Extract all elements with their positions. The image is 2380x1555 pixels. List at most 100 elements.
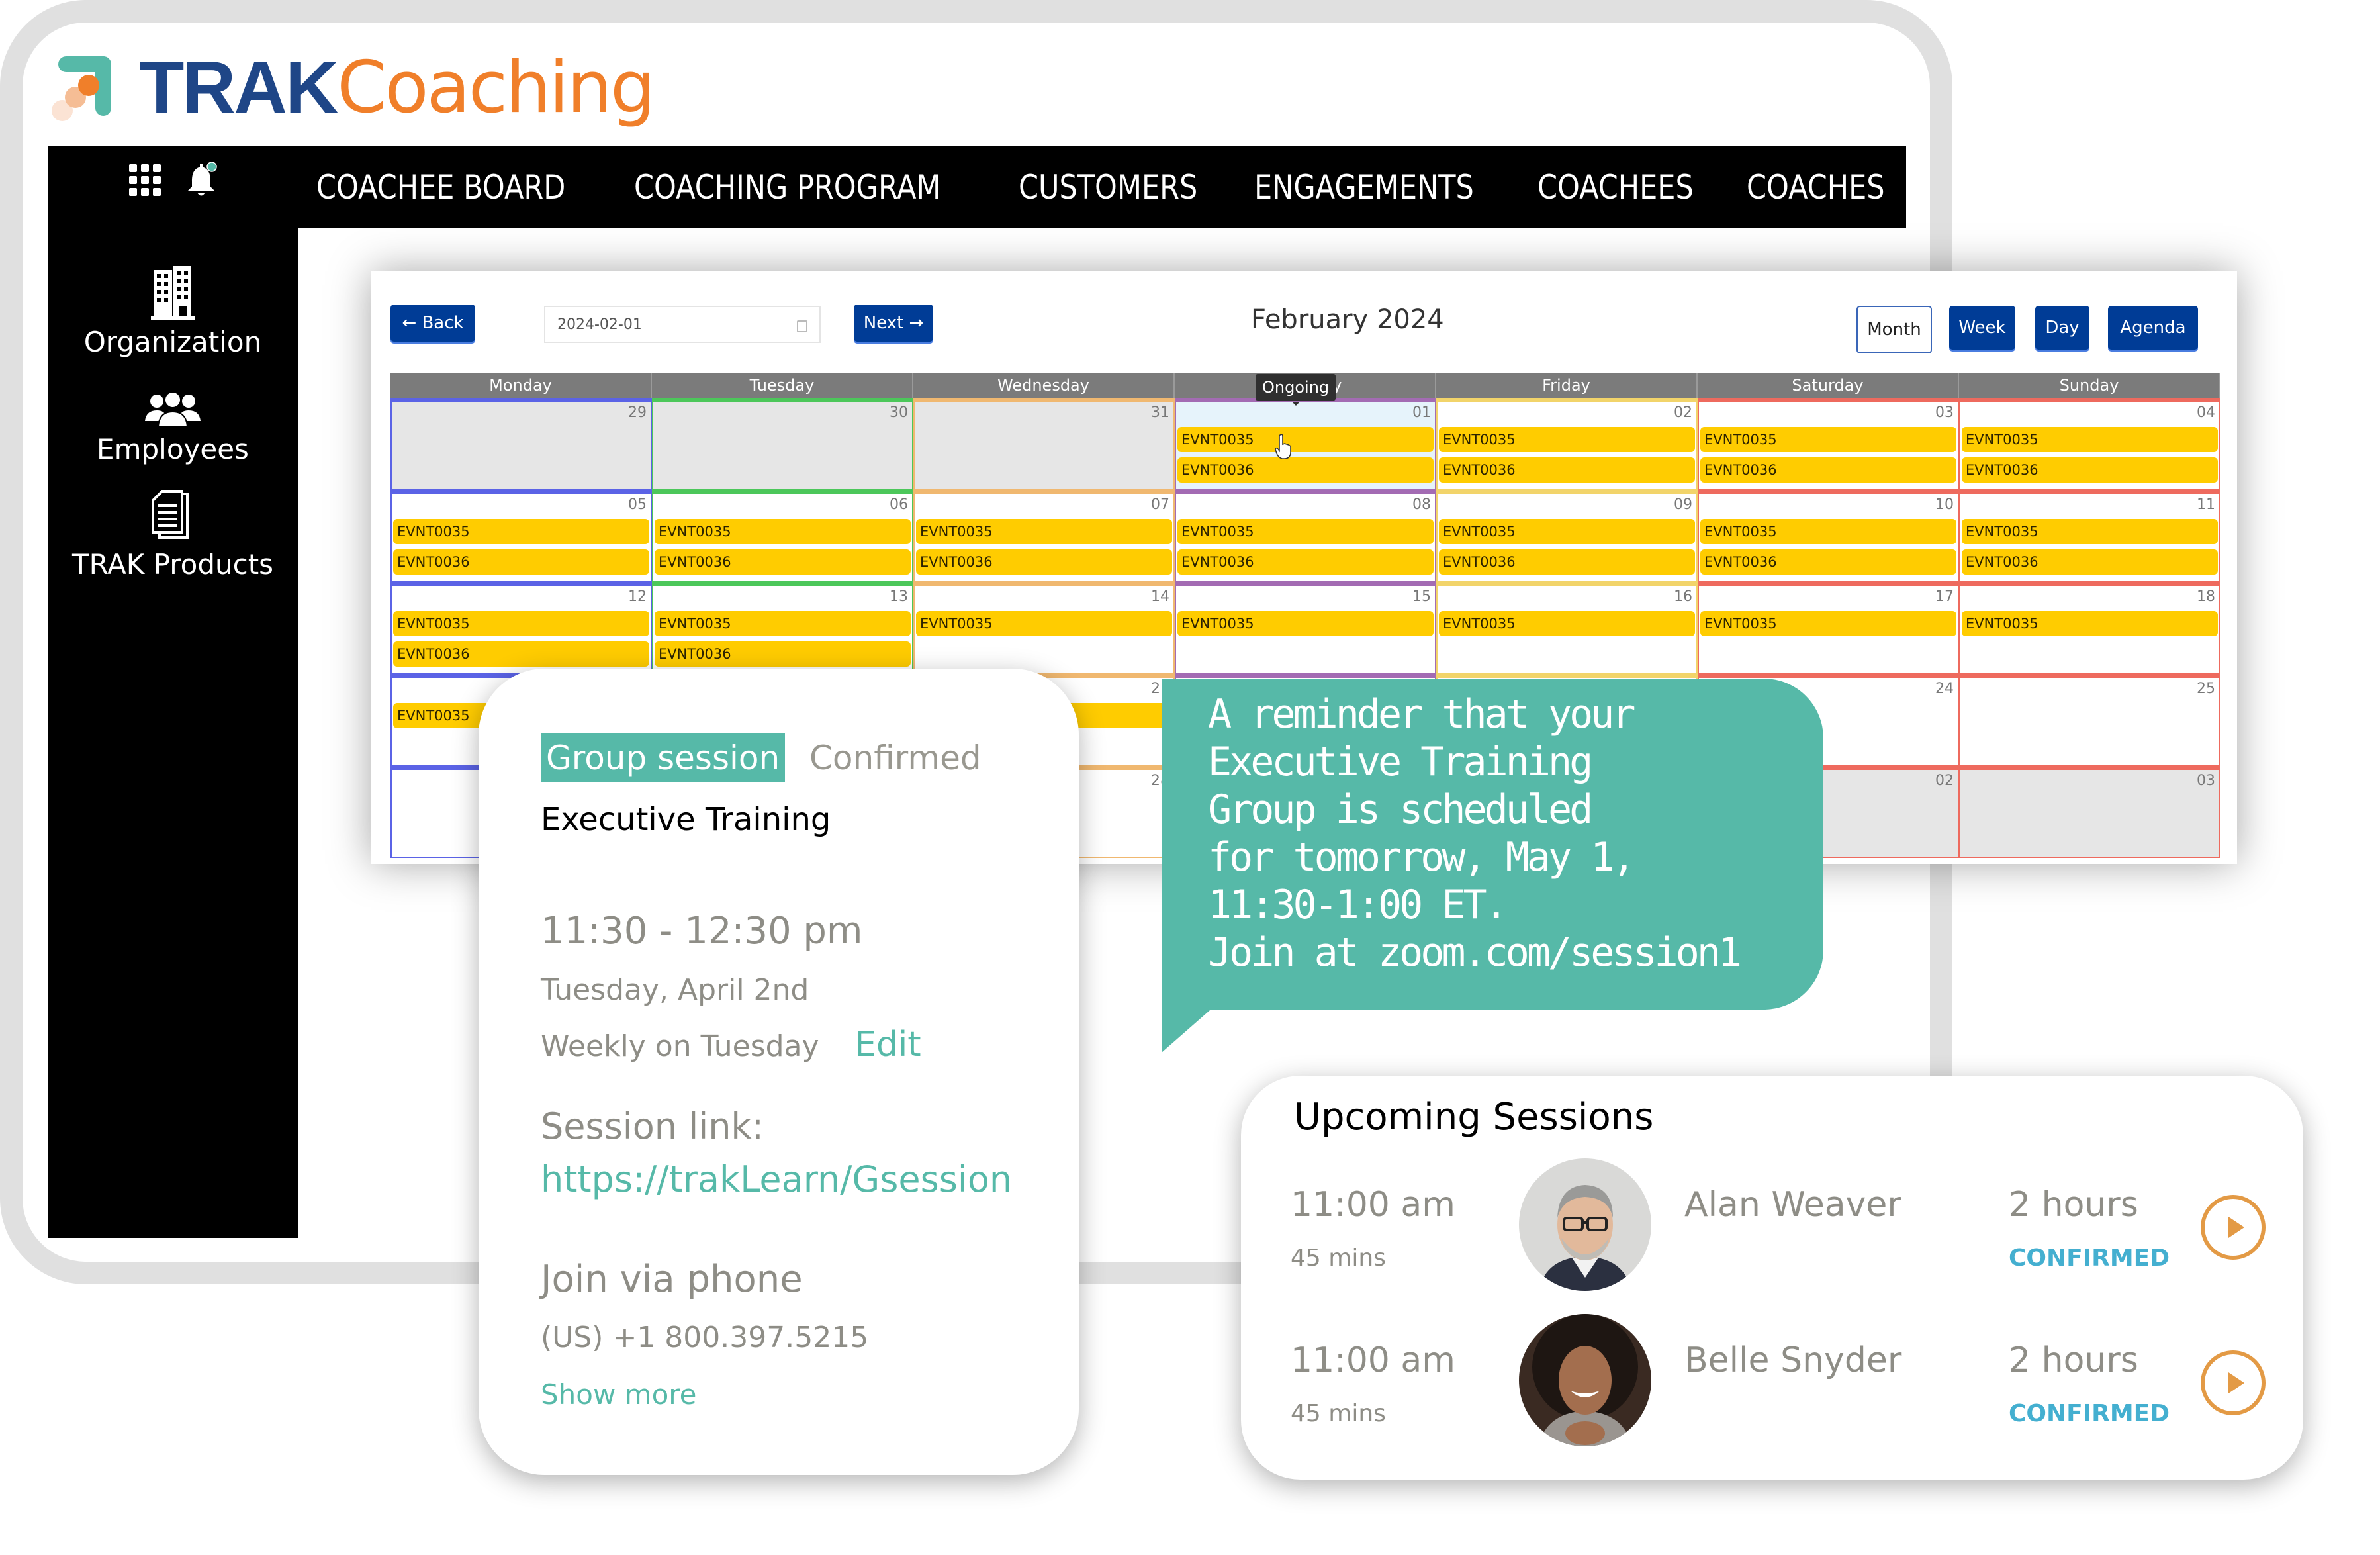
calendar-picker-icon[interactable] — [797, 320, 807, 332]
day-number: 31 — [1151, 404, 1169, 421]
calendar-event[interactable]: EVNT0035 — [1700, 519, 1956, 544]
session-list-item[interactable]: 11:00 am 45 mins Alan Weaver 2 hours CON… — [1241, 1158, 2303, 1304]
calendar-event[interactable]: EVNT0035 — [1177, 611, 1434, 636]
edit-recurrence-link[interactable]: Edit — [854, 1025, 921, 1064]
calendar-event[interactable]: EVNT0036 — [655, 641, 911, 667]
notification-bell-icon[interactable] — [185, 162, 220, 199]
play-session-icon[interactable] — [2201, 1350, 2266, 1415]
session-start-time: 11:00 am — [1291, 1185, 1455, 1225]
view-day-button[interactable]: Day — [2035, 306, 2089, 350]
coachee-name: Belle Snyder — [1684, 1341, 1902, 1380]
session-duration: 45 mins — [1291, 1245, 1386, 1272]
day-cell[interactable]: 03 — [1959, 766, 2220, 858]
nav-coachees[interactable]: COACHEES — [1537, 168, 1694, 207]
calendar-event[interactable]: EVNT0035 — [655, 611, 911, 636]
day-number: 03 — [1935, 404, 1954, 421]
day-cell[interactable]: 07 EVNT0035 EVNT0036 — [913, 490, 1175, 582]
day-cell[interactable]: 06 EVNT0035 EVNT0036 — [652, 490, 913, 582]
calendar-event[interactable]: EVNT0036 — [1177, 549, 1434, 575]
day-cell[interactable]: 11 EVNT0035 EVNT0036 — [1959, 490, 2220, 582]
calendar-event[interactable]: EVNT0036 — [1962, 457, 2218, 483]
calendar-event[interactable]: EVNT0036 — [393, 549, 649, 575]
session-recurrence: Weekly on Tuesday — [541, 1029, 819, 1063]
sidebar-item-label: Organization — [83, 326, 262, 358]
play-session-icon[interactable] — [2201, 1195, 2266, 1260]
calendar-event[interactable]: EVNT0036 — [393, 641, 649, 667]
session-list-item[interactable]: 11:00 am 45 mins Belle Snyder 2 hours CO… — [1241, 1314, 2303, 1460]
nav-coachee-board[interactable]: COACHEE BOARD — [316, 168, 565, 207]
calendar-event[interactable]: EVNT0036 — [916, 549, 1172, 575]
sidebar-item-employees[interactable]: Employees — [48, 391, 298, 465]
calendar-event[interactable]: EVNT0035 — [1962, 519, 2218, 544]
show-more-link[interactable]: Show more — [541, 1378, 696, 1411]
calendar-event[interactable]: EVNT0036 — [1439, 549, 1695, 575]
day-cell[interactable]: 02 EVNT0035 EVNT0036 — [1436, 398, 1698, 490]
session-start-time: 11:00 am — [1291, 1341, 1455, 1380]
calendar-event[interactable]: EVNT0035 — [1177, 427, 1434, 452]
day-cell[interactable]: 31 — [913, 398, 1175, 490]
calendar-event[interactable]: EVNT0036 — [1962, 549, 2218, 575]
nav-engagements[interactable]: ENGAGEMENTS — [1254, 168, 1474, 207]
calendar-event[interactable]: EVNT0035 — [1439, 611, 1695, 636]
day-cell[interactable]: 05 EVNT0035 EVNT0036 — [390, 490, 652, 582]
day-number: 10 — [1935, 496, 1954, 513]
day-cell[interactable]: 17 EVNT0035 — [1698, 582, 1959, 674]
sidebar-item-organization[interactable]: Organization — [48, 265, 298, 358]
day-cell[interactable]: 14 EVNT0035 — [913, 582, 1175, 674]
calendar-event[interactable]: EVNT0035 — [1177, 519, 1434, 544]
calendar-event[interactable]: EVNT0035 — [1700, 427, 1956, 452]
day-number: 30 — [890, 404, 908, 421]
calendar-event[interactable]: EVNT0036 — [1177, 457, 1434, 483]
day-cell[interactable]: 12 EVNT0035 EVNT0036 — [390, 582, 652, 674]
day-cell[interactable]: 18 EVNT0035 — [1959, 582, 2220, 674]
date-input[interactable]: 2024-02-01 — [544, 306, 821, 343]
day-cell[interactable]: 01 EVNT0035 EVNT0036 — [1175, 398, 1436, 490]
calendar-event[interactable]: EVNT0036 — [1700, 457, 1956, 483]
session-status-badge: CONFIRMED — [2009, 1245, 2170, 1272]
day-number: 14 — [1151, 589, 1169, 605]
calendar-event[interactable]: EVNT0035 — [1962, 427, 2218, 452]
calendar-event[interactable]: EVNT0036 — [655, 549, 911, 575]
day-cell[interactable]: 30 — [652, 398, 913, 490]
sidebar-item-trak-products[interactable]: TRAK Products — [48, 490, 298, 581]
week-row: 05 EVNT0035 EVNT0036 06 EVNT0035 EVNT0036 07 EV… — [390, 490, 2220, 582]
day-cell[interactable]: 25 — [1959, 674, 2220, 766]
calendar-event[interactable]: EVNT0035 — [655, 519, 911, 544]
calendar-event[interactable]: EVNT0036 — [1439, 457, 1695, 483]
reminder-bubble-tail — [1162, 1006, 1214, 1053]
calendar-event[interactable]: EVNT0035 — [1439, 427, 1695, 452]
day-cell[interactable]: 03 EVNT0035 EVNT0036 — [1698, 398, 1959, 490]
day-cell[interactable]: 16 EVNT0035 — [1436, 582, 1698, 674]
day-cell[interactable]: 15 EVNT0035 — [1175, 582, 1436, 674]
calendar-event[interactable]: EVNT0035 — [916, 519, 1172, 544]
day-number: 18 — [2197, 589, 2215, 605]
day-cell[interactable]: 08 EVNT0035 EVNT0036 — [1175, 490, 1436, 582]
calendar-event[interactable]: EVNT0035 — [916, 611, 1172, 636]
calendar-event[interactable]: EVNT0035 — [1700, 611, 1956, 636]
trak-coaching-logo[interactable]: TRAK Coaching — [52, 45, 656, 131]
view-month-button[interactable]: Month — [1856, 306, 1932, 353]
apps-grid-icon[interactable] — [129, 164, 161, 196]
calendar-event[interactable]: EVNT0035 — [393, 611, 649, 636]
view-agenda-button[interactable]: Agenda — [2108, 306, 2198, 350]
day-cell[interactable]: 13 EVNT0035 EVNT0036 — [652, 582, 913, 674]
back-button[interactable]: ← Back — [390, 305, 475, 342]
nav-customers[interactable]: CUSTOMERS — [1019, 168, 1197, 207]
day-number: 12 — [628, 589, 647, 605]
nav-coaches[interactable]: COACHES — [1747, 168, 1885, 207]
calendar-event[interactable]: EVNT0035 — [393, 519, 649, 544]
day-cell[interactable]: 29 — [390, 398, 652, 490]
calendar-event[interactable]: EVNT0035 — [1962, 611, 2218, 636]
next-button[interactable]: Next → — [854, 305, 933, 342]
day-cell[interactable]: 04 EVNT0035 EVNT0036 — [1959, 398, 2220, 490]
session-link[interactable]: https://trakLearn/Gsession — [541, 1158, 1012, 1200]
day-cell[interactable]: 10 EVNT0035 EVNT0036 — [1698, 490, 1959, 582]
calendar-event[interactable]: EVNT0035 — [1439, 519, 1695, 544]
day-number: 02 — [1935, 773, 1954, 789]
weekday-header-tuesday: Tuesday — [652, 373, 913, 398]
join-phone-number[interactable]: (US) +1 800.397.5215 — [541, 1321, 868, 1354]
nav-coaching-program[interactable]: COACHING PROGRAM — [634, 168, 941, 207]
day-cell[interactable]: 09 EVNT0035 EVNT0036 — [1436, 490, 1698, 582]
view-week-button[interactable]: Week — [1949, 306, 2015, 350]
calendar-event[interactable]: EVNT0036 — [1700, 549, 1956, 575]
